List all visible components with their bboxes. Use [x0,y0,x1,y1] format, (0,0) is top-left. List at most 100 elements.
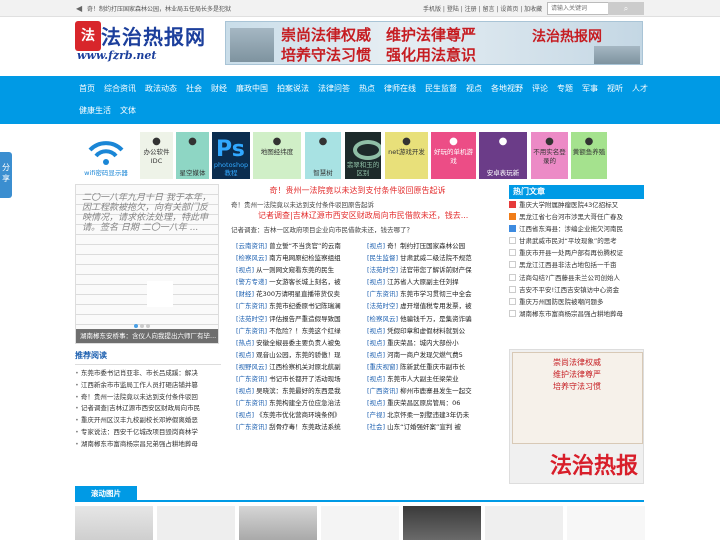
news-tag[interactable]: [广东资讯] [236,375,267,383]
news-title[interactable]: 一女游客长城上刻名，被 [267,278,341,286]
hot-item[interactable]: 江西省东海县：涉编企业拖欠河南民 [509,223,644,235]
nav-item[interactable]: 政法动态 [145,84,177,93]
news-tag[interactable]: [视点] [236,266,254,274]
news-title[interactable]: 凭假印章和虚假材料就到公 [385,327,465,335]
nav-item[interactable]: 廉政中国 [236,84,268,93]
news-item[interactable]: [广西资讯] 柳州市鹿寨县发生一起交 [367,385,486,395]
hot-item[interactable]: 重庆万州国防医院被嘲问题多 [509,296,644,308]
news-title[interactable]: 从一则网文窥看东莞的民生 [254,266,334,274]
nav-item[interactable]: 拍案说法 [277,84,309,93]
slide-dot[interactable] [140,324,144,328]
hot-item-text[interactable]: 黑龙江江西县非法占地包括一千亩 [519,261,617,269]
tile-office-icon[interactable]: ● 办公软件 IDC [140,132,173,179]
ad-image[interactable]: 崇尚法律权威 维护法律尊严 培养守法习惯 法治热报 [509,349,644,484]
nav-item[interactable]: 财经 [211,84,227,93]
news-item[interactable]: [视点] 江苏省人大原副主任刘捍 [367,276,486,286]
news-tag[interactable]: [法苑时空] [236,315,267,323]
news-item[interactable]: [视点] 《东莞市优化营商环境条例》 [236,409,359,419]
news-tag[interactable]: [视点] [367,278,385,286]
news-title[interactable]: 山东“订婚强奸案”宣判 被 [385,423,461,431]
hot-item-text[interactable]: 法商勾结?广西藤县未兰公司创始人 [519,274,620,282]
hot-item[interactable]: 重庆大学附属肿瘤医院43亿招标又 [509,199,644,211]
news-item[interactable]: [广东资讯] 东莞构建全方位应急治法 [236,397,359,407]
news-item[interactable]: [视点] 河南一商户发现欠燃气费5 [367,349,486,359]
news-title[interactable]: 东莞市学习贯彻三中全会 [398,290,472,298]
news-title[interactable]: 花300万请明星直播带货仅卖 [254,290,340,298]
recommend-item[interactable]: 奇！贵州一法院竟以未达到支付条件驳回 [75,392,221,404]
site-logo[interactable]: 法 法治热报网 www.fzrb.net [75,21,205,64]
news-item[interactable]: [视点] 奇！制约打压国家森林公园 [367,240,486,250]
hot-item[interactable]: 甘肃武威市民对“平坟现象”的思考 [509,235,644,247]
nav-item[interactable]: 首页 [79,84,95,93]
nav-item[interactable]: 专题 [557,84,573,93]
news-item[interactable]: [广东资讯] 书记市长都开了活动现场 [236,373,359,383]
news-tag[interactable]: [视点] [236,411,254,419]
slide-dot[interactable] [134,324,138,328]
nav-item[interactable]: 社会 [186,84,202,93]
news-title[interactable]: 陈新武任重庆市副市长 [398,363,465,371]
thumb-image[interactable] [239,506,317,540]
news-title[interactable]: 柳州市鹿寨县发生一起交 [398,387,472,395]
news-tag[interactable]: [视点] [367,375,385,383]
news-item[interactable]: [财经] 花300万请明星直播带货仅卖 [236,288,359,298]
tile-jade-icon[interactable]: 翡翠和玉的区别 [345,132,381,179]
news-title[interactable]: 曾立誓“不当贪官”的云南 [267,242,341,250]
news-tag[interactable]: [法苑时空] [367,266,398,274]
hot-item[interactable]: 黑龙江江西县非法占地包括一千亩 [509,259,644,271]
news-item[interactable]: [法苑时空] 法官带您了解诉前财产保 [367,264,486,274]
news-tag[interactable]: [产视] [367,411,385,419]
news-title[interactable]: 法官带您了解诉前财产保 [398,266,472,274]
news-item[interactable]: [检察风云] 南方电网原纪检监察组组 [236,252,359,262]
slideshow[interactable]: 二〇一八年九月十日 我于本年，因工程款被拖欠，向有关部门反映情况，请求依法处理，… [75,184,219,344]
news-tag[interactable]: [视点] [367,339,385,347]
news-title[interactable]: 北京怀柔一别墅违建3年仍未 [385,411,469,419]
news-tag[interactable]: [检察风云] [236,254,267,262]
thumb-image[interactable] [485,506,563,540]
news-tag[interactable]: [视点] [367,242,385,250]
news-title[interactable]: 南方电网原纪检监察组组 [267,254,341,262]
news-title[interactable]: 河南一商户发现欠燃气费5 [385,351,463,359]
news-item[interactable]: [视点] 东莞市人大副主任梁荣业 [367,373,486,383]
news-title[interactable]: 书记市长都开了活动现场 [267,375,341,383]
news-item[interactable]: [检察风云] 他骗钱千万，是集资诈骗 [367,313,486,323]
hot-item-text[interactable]: 重庆市开县一处两户部有再份腾权证 [519,249,623,257]
news-title[interactable]: 虚开增值税专用发票，被 [398,302,472,310]
news-item[interactable]: [广东资讯] 不危险？！东莞这个红绿 [236,325,359,335]
header-banner[interactable]: 崇尚法律权威 维护法律尊严 培养守法习惯 强化用法意识 法治热报网 [225,21,643,65]
nav-item[interactable]: 民生监督 [425,84,457,93]
news-tag[interactable]: [视点] [236,351,254,359]
news-item[interactable]: [广东资讯] 东莞市学习贯彻三中全会 [367,288,486,298]
share-button[interactable]: 分享 [0,152,12,198]
tile-login-icon[interactable]: ● 不用实名登录的 [531,132,568,179]
recommend-item[interactable]: 江西新余市市监局工作人员打砸店铺并篡 [75,380,221,392]
recommend-item[interactable]: 湖南郴东市富商杨宗昌兄弟强占耕地葬母 [75,439,221,451]
thumb-image[interactable] [403,506,481,540]
news-item[interactable]: [视野风云] 江西检察机关对原北航副 [236,361,359,371]
news-title[interactable]: 重庆荣昌区原房管局：06 [385,399,460,407]
hot-item[interactable]: 重庆市开县一处两户部有再份腾权证 [509,247,644,259]
thumb-image[interactable] [75,506,153,540]
headline-1[interactable]: 奇！贵州一法院竟以未达到支付条件驳回原告起诉 [235,185,480,196]
nav-item[interactable]: 热点 [359,84,375,93]
news-tag[interactable]: [财经] [236,290,254,298]
news-item[interactable]: [视点] 凭假印章和虚假材料就到公 [367,325,486,335]
thumb-image[interactable] [157,506,235,540]
nav-item[interactable]: 健康生活 [79,106,111,115]
news-tag[interactable]: [视点] [236,387,254,395]
tile-map-icon[interactable]: ● 地图经纬度 [253,132,301,179]
nav-item[interactable]: 综合资讯 [104,84,136,93]
tile-game-dev-icon[interactable]: ● net游戏开发 [385,132,428,179]
news-title[interactable]: 奇！制约打压国家森林公园 [385,242,465,250]
news-tag[interactable]: [热点] [236,339,254,347]
hot-item-text[interactable]: 黑龙江省七台河市涉黑大哥任广春及 [519,213,623,221]
news-item[interactable]: [法苑时空] 评估报告严重造假导致国 [236,313,359,323]
nav-item[interactable]: 军事 [582,84,598,93]
slide-caption[interactable]: 湖南郴东安桥事：含仪人向我提出六师厂有毕... [76,329,218,343]
nav-item[interactable]: 各地视野 [491,84,523,93]
news-title[interactable]: 评估报告严重造假导致国 [267,315,341,323]
recommend-item[interactable]: 东莞市委书记肖亚非、市长吕成蹊：解决 [75,368,221,380]
tile-photoshop-icon[interactable]: Ps photoshop教程 [212,132,250,179]
search-icon[interactable]: ⌕ [608,2,644,15]
hot-item-text[interactable]: 重庆万州国防医院被嘲问题多 [519,298,604,306]
news-title[interactable]: 观音山公园，东莞的骄傲！现 [254,351,341,359]
